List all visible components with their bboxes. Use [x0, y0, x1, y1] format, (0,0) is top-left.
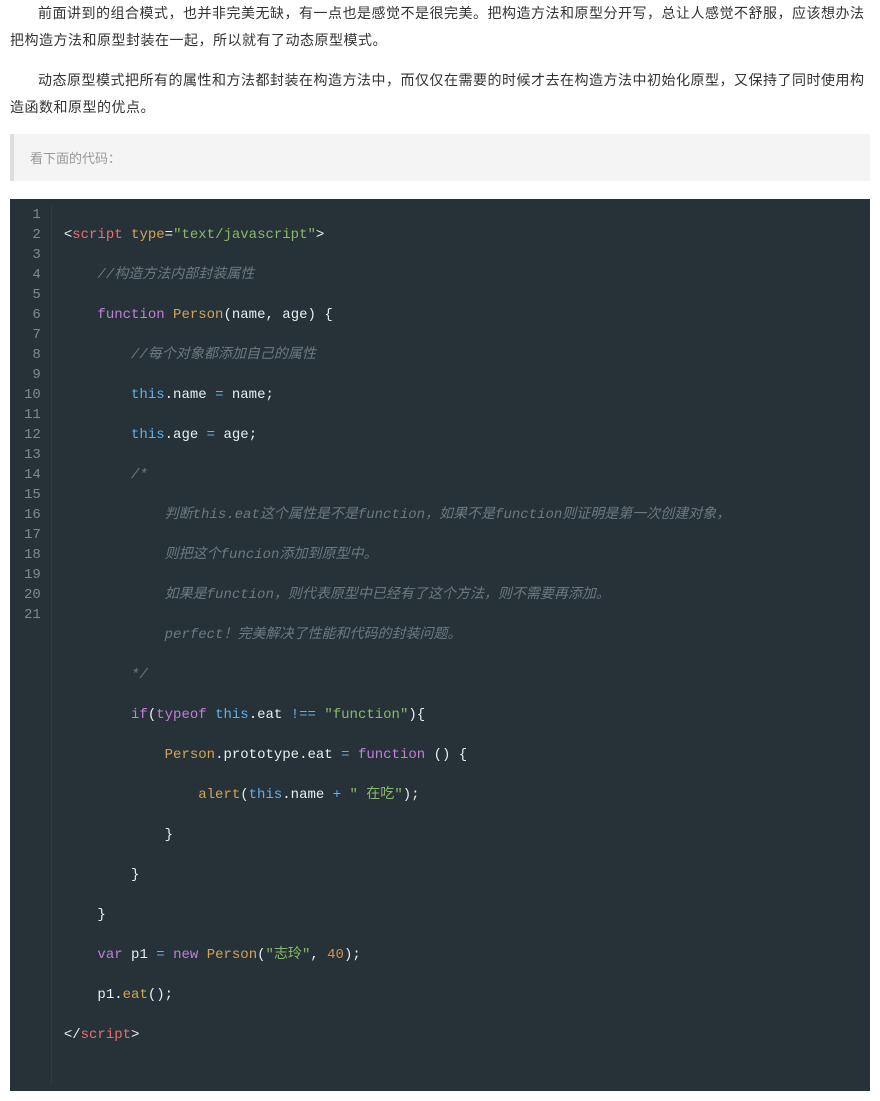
- paragraph-2: 动态原型模式把所有的属性和方法都封装在构造方法中，而仅仅在需要的时候才去在构造方…: [10, 67, 870, 120]
- note-text: 看下面的代码：: [30, 151, 121, 166]
- code-line-6: this.age = age;: [64, 425, 858, 445]
- code-line-3: function Person(name, age) {: [64, 305, 858, 325]
- code-line-1: <script type="text/javascript">: [64, 225, 858, 245]
- code-line-2: //构造方法内部封装属性: [64, 265, 858, 285]
- code-line-10: 如果是function，则代表原型中已经有了这个方法，则不需要再添加。: [64, 585, 858, 605]
- code-line-8: 判断this.eat这个属性是不是function，如果不是function则证…: [64, 505, 858, 525]
- code-line-7: /*: [64, 465, 858, 485]
- code-line-9: 则把这个funcion添加到原型中。: [64, 545, 858, 565]
- line-numbers: 123456789101112131415161718192021: [10, 205, 52, 1085]
- code-block: 123456789101112131415161718192021 <scrip…: [10, 199, 870, 1091]
- code-line-18: }: [64, 905, 858, 925]
- code-line-19: var p1 = new Person("志玲", 40);: [64, 945, 858, 965]
- code-line-5: this.name = name;: [64, 385, 858, 405]
- code-line-20: p1.eat();: [64, 985, 858, 1005]
- note-box: 看下面的代码：: [10, 134, 870, 181]
- code-line-13: if(typeof this.eat !== "function"){: [64, 705, 858, 725]
- paragraph-1: 前面讲到的组合模式，也并非完美无缺，有一点也是感觉不是很完美。把构造方法和原型分…: [10, 0, 870, 53]
- code-content: <script type="text/javascript"> //构造方法内部…: [52, 205, 870, 1085]
- code-line-12: */: [64, 665, 858, 685]
- code-line-21: </script>: [64, 1025, 858, 1045]
- code-line-11: perfect！完美解决了性能和代码的封装问题。: [64, 625, 858, 645]
- code-line-4: //每个对象都添加自己的属性: [64, 345, 858, 365]
- code-line-15: alert(this.name + " 在吃");: [64, 785, 858, 805]
- code-line-17: }: [64, 865, 858, 885]
- article: 前面讲到的组合模式，也并非完美无缺，有一点也是感觉不是很完美。把构造方法和原型分…: [0, 0, 880, 1101]
- code-line-14: Person.prototype.eat = function () {: [64, 745, 858, 765]
- code-line-16: }: [64, 825, 858, 845]
